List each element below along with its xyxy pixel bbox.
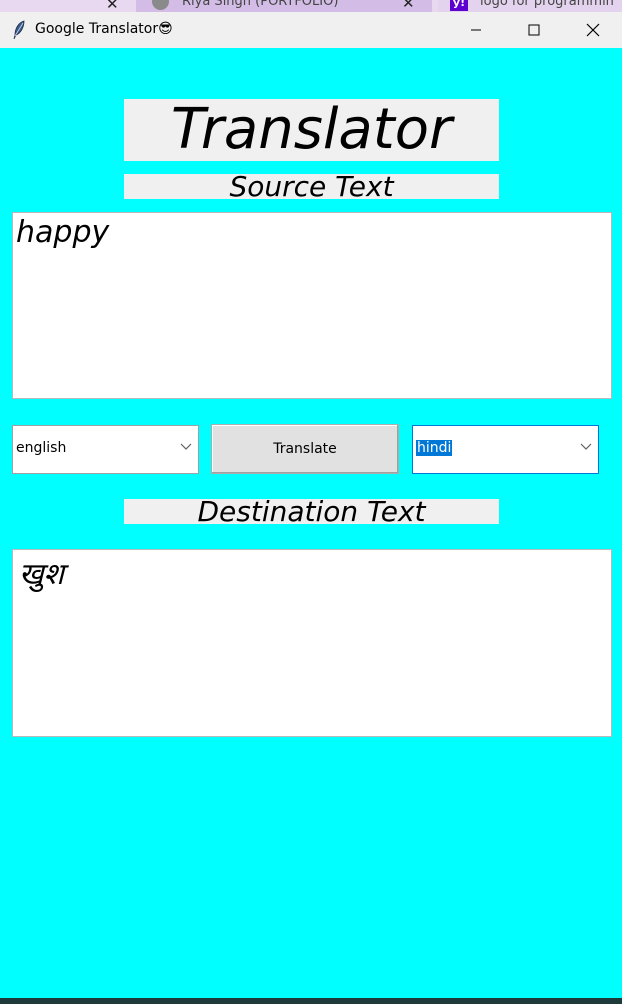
feather-icon bbox=[13, 20, 25, 40]
close-icon bbox=[586, 23, 600, 37]
window-bottom-edge bbox=[0, 998, 622, 1004]
window-titlebar[interactable]: Google Translator😎 bbox=[0, 12, 622, 48]
browser-tab-title: logo for programmin bbox=[480, 0, 614, 9]
tab-close-icon[interactable]: ✕ bbox=[402, 0, 415, 12]
browser-tab-search[interactable]: y! logo for programmin bbox=[438, 0, 622, 12]
globe-icon bbox=[152, 0, 169, 10]
browser-tab-strip: ✕ Riya Singh (PORTFOLIO) ✕ y! logo for p… bbox=[0, 0, 622, 12]
browser-tab-title: Riya Singh (PORTFOLIO) bbox=[182, 0, 339, 9]
maximize-icon bbox=[528, 24, 540, 36]
maximize-button[interactable] bbox=[504, 12, 564, 48]
source-language-value: english bbox=[16, 440, 67, 456]
chevron-down-icon bbox=[580, 443, 592, 450]
app-title: Translator bbox=[124, 99, 499, 161]
window-title: Google Translator😎 bbox=[35, 21, 173, 37]
yahoo-icon: y! bbox=[450, 0, 468, 11]
destination-text-output[interactable]: खुश bbox=[12, 549, 612, 737]
source-language-select[interactable]: english bbox=[12, 425, 199, 474]
tab-close-icon[interactable]: ✕ bbox=[106, 0, 119, 12]
chevron-down-icon bbox=[180, 443, 192, 450]
destination-text-label: Destination Text bbox=[124, 499, 499, 524]
minimize-icon bbox=[471, 29, 481, 31]
browser-tab-portfolio[interactable]: Riya Singh (PORTFOLIO) ✕ bbox=[136, 0, 432, 12]
destination-language-select[interactable]: hindi bbox=[412, 425, 599, 474]
minimize-button[interactable] bbox=[446, 12, 506, 48]
close-button[interactable] bbox=[563, 12, 622, 48]
translate-button[interactable]: Translate bbox=[211, 424, 399, 474]
source-text-label: Source Text bbox=[124, 174, 499, 199]
destination-language-value: hindi bbox=[416, 440, 453, 456]
source-text-input[interactable]: happy bbox=[12, 212, 612, 399]
